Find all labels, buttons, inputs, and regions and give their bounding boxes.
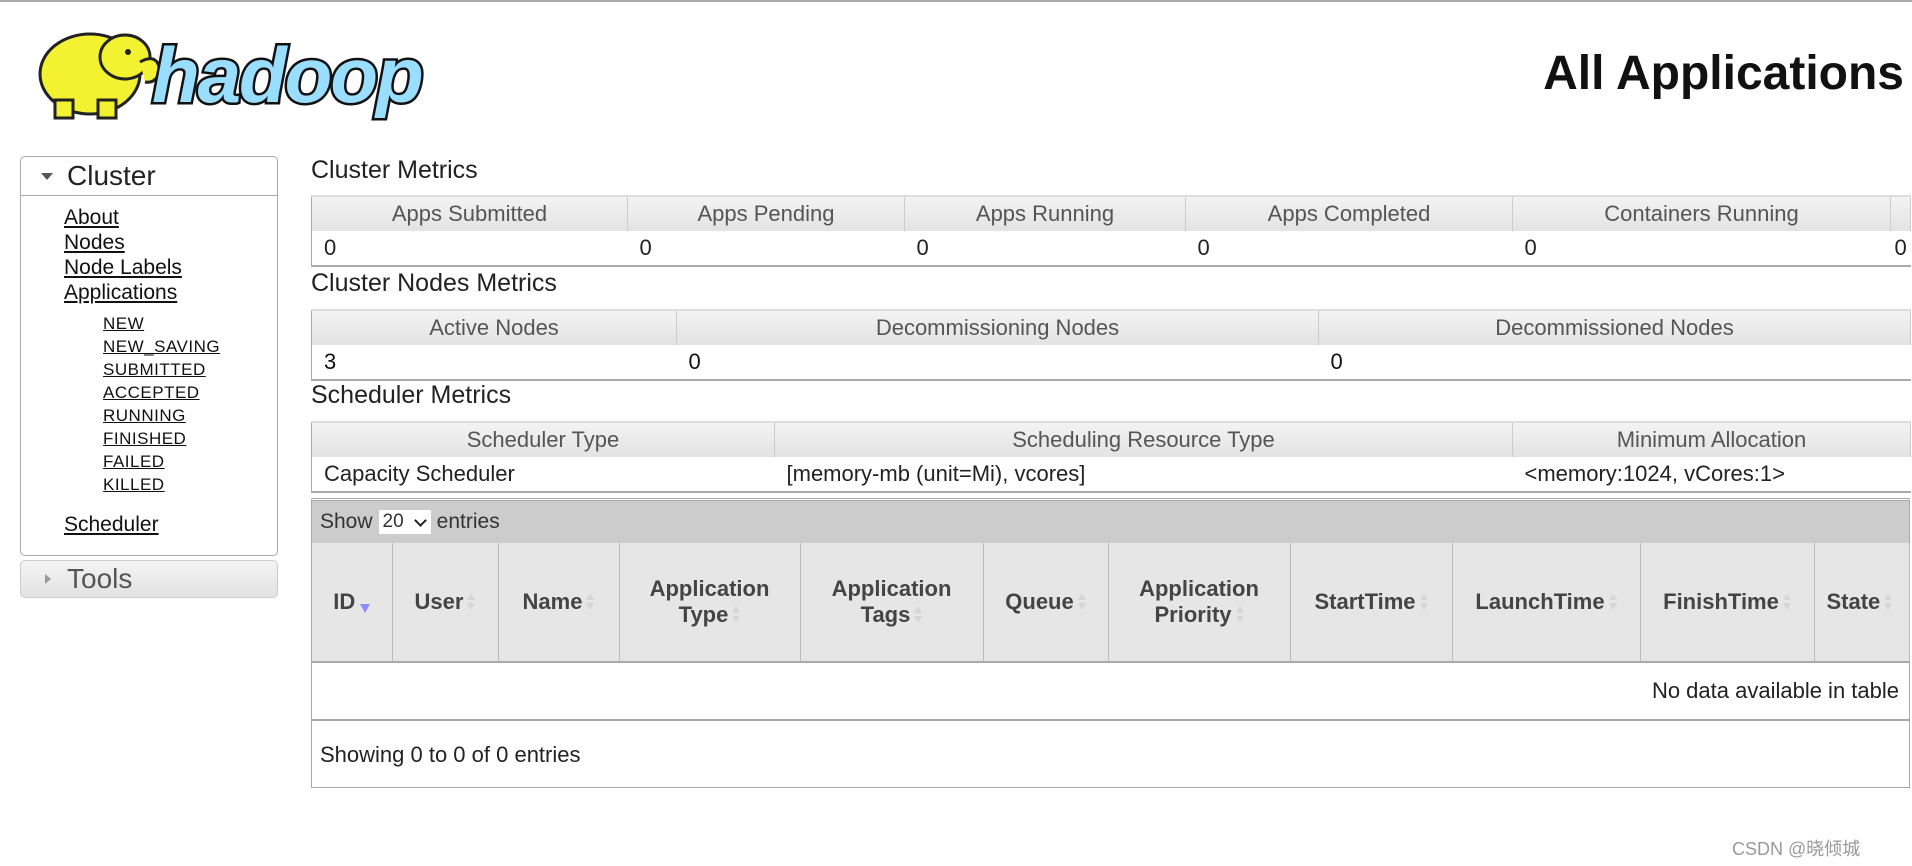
hadoop-logo[interactable]: hadoop	[20, 12, 470, 124]
nodes-metrics-title: Cluster Nodes Metrics	[311, 269, 557, 297]
triangle-right-icon	[45, 574, 51, 584]
sidebar-link-applications[interactable]: Applications	[64, 281, 177, 305]
link-decommissioning-nodes[interactable]: 0	[689, 349, 701, 374]
column-label: ID	[333, 589, 356, 614]
header-apps-pending: Apps Pending	[627, 195, 905, 231]
link-active-nodes[interactable]: 3	[324, 349, 336, 374]
sidebar-link-submitted[interactable]: SUBMITTED	[103, 360, 206, 380]
header-apps-running: Apps Running	[904, 195, 1186, 231]
chevron-down-icon	[413, 513, 427, 527]
sidebar-link-new-saving[interactable]: NEW_SAVING	[103, 337, 220, 357]
value-apps-running: 0	[916, 235, 929, 260]
column-finish-time[interactable]: FinishTime	[1640, 543, 1815, 663]
cluster-metrics-table: Apps Submitted Apps Pending Apps Running…	[311, 195, 1911, 267]
column-label: User	[414, 589, 464, 614]
sort-descending-icon	[360, 604, 371, 613]
value-next-metric: 0	[1894, 235, 1907, 260]
scheduler-metrics-title: Scheduler Metrics	[311, 381, 512, 409]
sidebar-link-nodes[interactable]: Nodes	[64, 231, 125, 255]
page-title: All Applications	[1543, 47, 1904, 100]
sort-both-icon	[1235, 606, 1244, 626]
sidebar-link-about[interactable]: About	[64, 206, 119, 230]
cluster-toggle[interactable]: Cluster	[21, 157, 277, 196]
header-active-nodes: Active Nodes	[311, 309, 677, 345]
page-length-control: Show 20 entries	[312, 501, 1909, 543]
applications-table: ID User Name Application Type Applicatio…	[312, 543, 1910, 721]
header-minimum-allocation: Minimum Allocation	[1512, 421, 1911, 457]
empty-table-message: No data available in table	[312, 662, 1909, 721]
header-containers-running: Containers Running	[1512, 195, 1891, 231]
column-user[interactable]: User	[392, 543, 499, 663]
column-label: State	[1826, 589, 1881, 614]
column-label: StartTime	[1314, 589, 1416, 614]
sidebar-link-node-labels[interactable]: Node Labels	[64, 256, 182, 280]
header-scheduler-type: Scheduler Type	[311, 421, 775, 457]
column-application-priority[interactable]: Application Priority	[1108, 543, 1291, 663]
sort-both-icon	[1077, 593, 1086, 613]
header-decommissioned-nodes: Decommissioned Nodes	[1318, 309, 1911, 345]
tools-label: Tools	[67, 563, 133, 594]
page-size-value: 20	[382, 511, 404, 532]
sidebar-link-finished[interactable]: FINISHED	[103, 429, 186, 449]
column-name[interactable]: Name	[498, 543, 620, 663]
header-decommissioning-nodes: Decommissioning Nodes	[676, 309, 1319, 345]
value-apps-pending: 0	[639, 235, 652, 260]
triangle-down-icon	[41, 172, 53, 180]
column-queue[interactable]: Queue	[983, 543, 1109, 663]
value-scheduler-type: Capacity Scheduler	[324, 461, 515, 486]
sidebar-link-new[interactable]: NEW	[103, 314, 144, 334]
sidebar-link-scheduler[interactable]: Scheduler	[64, 513, 159, 537]
column-launch-time[interactable]: LaunchTime	[1452, 543, 1641, 663]
sidebar-link-accepted[interactable]: ACCEPTED	[103, 383, 200, 403]
column-start-time[interactable]: StartTime	[1290, 543, 1453, 663]
value-containers-running: 0	[1524, 235, 1537, 260]
entries-label: entries	[436, 510, 500, 533]
sidebar-cluster: Cluster About Nodes Node Labels Applicat…	[20, 156, 278, 556]
column-id[interactable]: ID	[312, 543, 393, 663]
column-application-tags[interactable]: Application Tags	[800, 543, 984, 663]
header-apps-submitted: Apps Submitted	[311, 195, 628, 231]
sort-both-icon	[1782, 593, 1791, 613]
column-label: LaunchTime	[1475, 589, 1605, 614]
column-state[interactable]: State	[1814, 543, 1910, 663]
cluster-metrics-title: Cluster Metrics	[311, 156, 478, 184]
value-minimum-allocation: <memory:1024, vCores:1>	[1524, 461, 1785, 486]
table-info: Showing 0 to 0 of 0 entries	[320, 742, 581, 767]
column-label: Queue	[1005, 589, 1074, 614]
page-size-select[interactable]: 20	[378, 510, 431, 534]
applications-table-wrapper: Show 20 entries ID User Name Application…	[311, 498, 1910, 788]
header-scheduling-resource-type: Scheduling Resource Type	[774, 421, 1513, 457]
sort-both-icon	[586, 593, 595, 613]
svg-text:hadoop: hadoop	[152, 31, 422, 119]
top-border	[0, 0, 1912, 2]
watermark: CSDN @晓倾城	[1732, 839, 1861, 859]
nodes-metrics-table: Active Nodes Decommissioning Nodes Decom…	[311, 309, 1911, 381]
show-label: Show	[320, 510, 373, 533]
sort-both-icon	[1608, 593, 1617, 613]
value-apps-completed: 0	[1197, 235, 1210, 260]
sidebar-link-killed[interactable]: KILLED	[103, 475, 165, 495]
column-label: Application Type	[649, 576, 770, 627]
column-label: Application Tags	[831, 576, 952, 627]
sidebar-tools-toggle[interactable]: Tools	[20, 560, 278, 598]
column-label: FinishTime	[1663, 589, 1779, 614]
column-application-type[interactable]: Application Type	[619, 543, 801, 663]
column-label: Name	[522, 589, 583, 614]
sort-both-icon	[1884, 593, 1893, 613]
value-apps-submitted: 0	[324, 235, 337, 260]
sort-both-icon	[914, 606, 923, 626]
cluster-label: Cluster	[67, 160, 156, 191]
value-scheduling-resource-type: [memory-mb (unit=Mi), vcores]	[786, 461, 1086, 486]
header-apps-completed: Apps Completed	[1185, 195, 1513, 231]
sidebar-link-running[interactable]: RUNNING	[103, 406, 186, 426]
sidebar-link-failed[interactable]: FAILED	[103, 452, 165, 472]
sort-both-icon	[732, 606, 741, 626]
sort-both-icon	[467, 593, 476, 613]
scheduler-metrics-table: Scheduler Type Scheduling Resource Type …	[311, 421, 1911, 493]
link-decommissioned-nodes[interactable]: 0	[1331, 349, 1343, 374]
sort-both-icon	[1419, 593, 1428, 613]
header-next-metric	[1890, 195, 1911, 231]
